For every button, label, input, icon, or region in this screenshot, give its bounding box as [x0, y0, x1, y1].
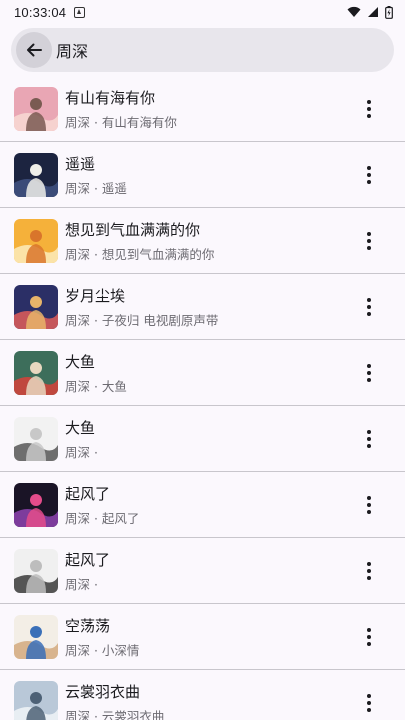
- song-row[interactable]: 想见到气血满满的你 周深 · 想见到气血满满的你: [0, 208, 405, 274]
- song-subtitle: 周深 · 遥遥: [65, 180, 127, 196]
- album-art: [14, 416, 58, 461]
- more-vert-icon[interactable]: [359, 559, 379, 583]
- song-title: 空荡荡: [65, 616, 111, 635]
- album-art: [14, 680, 58, 720]
- song-list: 有山有海有你 周深 · 有山有海有你 遥遥 周深 · 遥遥 想见到气血满满的你 周深 · …: [0, 76, 405, 720]
- more-vert-icon[interactable]: [359, 97, 379, 121]
- signal-icon: [368, 7, 378, 17]
- album-art: [14, 218, 58, 263]
- song-row[interactable]: 大鱼周深 ·: [0, 406, 405, 472]
- song-subtitle: 周深 · 想见到气血满满的你: [65, 246, 215, 262]
- song-texts: 想见到气血满满的你 周深 · 想见到气血满满的你: [65, 219, 214, 263]
- album-art: [14, 482, 58, 527]
- song-row[interactable]: 空荡荡周深 · 小深情: [0, 604, 405, 670]
- song-title: 有山有海有你: [65, 88, 156, 107]
- song-texts: 空荡荡周深 · 小深情: [65, 615, 139, 659]
- more-vert-icon[interactable]: [359, 625, 379, 649]
- song-row[interactable]: 大鱼周深 · 大鱼: [0, 340, 405, 406]
- song-row[interactable]: 岁月尘埃周深 · 子夜归 电视剧原声带: [0, 274, 405, 340]
- album-art: [14, 152, 58, 197]
- album-art: [14, 548, 58, 593]
- wifi-icon: [347, 6, 361, 17]
- more-vert-icon[interactable]: [359, 295, 379, 319]
- song-title: 大鱼: [65, 418, 96, 437]
- song-title: 起风了: [65, 484, 111, 503]
- song-title: 遥遥: [65, 154, 96, 173]
- song-row[interactable]: 遥遥周深 · 遥遥: [0, 142, 405, 208]
- more-vert-icon[interactable]: [359, 691, 379, 715]
- song-subtitle: 周深 · 起风了: [65, 510, 140, 526]
- song-subtitle: 周深 · 大鱼: [65, 378, 127, 394]
- song-title: 起风了: [65, 550, 111, 569]
- song-title: 岁月尘埃: [65, 286, 126, 305]
- arrow-back-icon: [27, 43, 42, 57]
- status-time: 10:33:04: [14, 4, 67, 20]
- album-art: [14, 350, 58, 395]
- song-title: 云裳羽衣曲: [65, 682, 141, 701]
- song-subtitle: 周深 · 小深情: [65, 642, 140, 658]
- more-vert-icon[interactable]: [359, 427, 379, 451]
- song-subtitle: 周深 · 云裳羽衣曲: [65, 708, 165, 720]
- song-title: 想见到气血满满的你: [65, 220, 201, 239]
- album-art: [14, 86, 58, 131]
- song-texts: 起风了周深 · 起风了: [65, 483, 139, 527]
- search-input[interactable]: 周深: [56, 38, 88, 62]
- more-vert-icon[interactable]: [359, 163, 379, 187]
- song-row[interactable]: 起风了周深 ·: [0, 538, 405, 604]
- song-texts: 有山有海有你周深 · 有山有海有你: [65, 87, 177, 131]
- song-title: 大鱼: [65, 352, 96, 371]
- song-texts: 大鱼周深 ·: [65, 417, 98, 461]
- song-subtitle: 周深 ·: [65, 444, 98, 460]
- more-vert-icon[interactable]: [359, 493, 379, 517]
- song-row[interactable]: 云裳羽衣曲周深 · 云裳羽衣曲: [0, 670, 405, 720]
- song-subtitle: 周深 ·: [65, 576, 98, 592]
- search-bar[interactable]: 周深: [11, 28, 394, 72]
- song-subtitle: 周深 · 有山有海有你: [65, 114, 177, 130]
- battery-icon: [385, 5, 393, 19]
- song-texts: 岁月尘埃周深 · 子夜归 电视剧原声带: [65, 285, 218, 329]
- notification-icon: [74, 6, 86, 18]
- song-texts: 起风了周深 ·: [65, 549, 110, 593]
- album-art: [14, 284, 58, 329]
- more-vert-icon[interactable]: [359, 229, 379, 253]
- album-art: [14, 614, 58, 659]
- song-row[interactable]: 起风了周深 · 起风了: [0, 472, 405, 538]
- song-texts: 云裳羽衣曲周深 · 云裳羽衣曲: [65, 681, 164, 720]
- status-bar: 10:33:04: [0, 0, 405, 24]
- song-texts: 遥遥周深 · 遥遥: [65, 153, 127, 197]
- song-subtitle: 周深 · 子夜归 电视剧原声带: [65, 312, 219, 328]
- song-row[interactable]: 有山有海有你周深 · 有山有海有你: [0, 76, 405, 142]
- back-button[interactable]: [16, 32, 52, 68]
- song-texts: 大鱼周深 · 大鱼: [65, 351, 127, 395]
- more-vert-icon[interactable]: [359, 361, 379, 385]
